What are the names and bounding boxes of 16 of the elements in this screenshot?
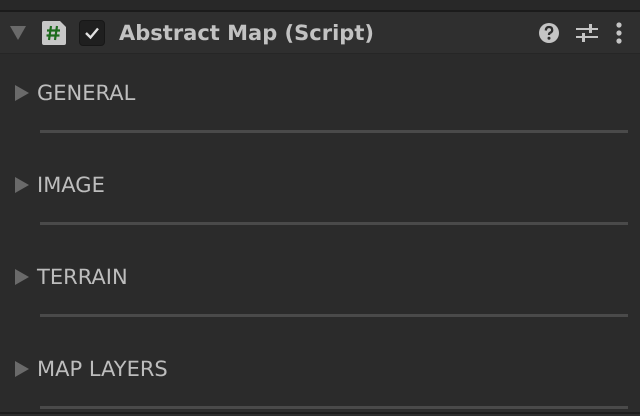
component-title: Abstract Map (Script) — [119, 20, 374, 44]
expand-arrow-icon[interactable] — [15, 85, 29, 101]
checkmark-icon — [84, 26, 100, 40]
enable-checkbox[interactable] — [79, 20, 105, 46]
expand-arrow-icon[interactable] — [15, 177, 29, 193]
section-header[interactable]: IMAGE — [37, 173, 105, 197]
settings-sliders-icon[interactable] — [576, 22, 598, 44]
expand-arrow-icon[interactable] — [15, 361, 29, 377]
script-file-icon — [42, 20, 66, 44]
help-icon[interactable] — [538, 22, 560, 44]
more-menu-icon[interactable] — [616, 22, 622, 44]
expand-arrow-icon[interactable] — [15, 269, 29, 285]
section-header[interactable]: GENERAL — [37, 81, 136, 105]
collapse-arrow-icon[interactable] — [10, 26, 26, 40]
section-header[interactable]: MAP LAYERS — [37, 357, 168, 381]
section-header[interactable]: TERRAIN — [37, 265, 128, 289]
